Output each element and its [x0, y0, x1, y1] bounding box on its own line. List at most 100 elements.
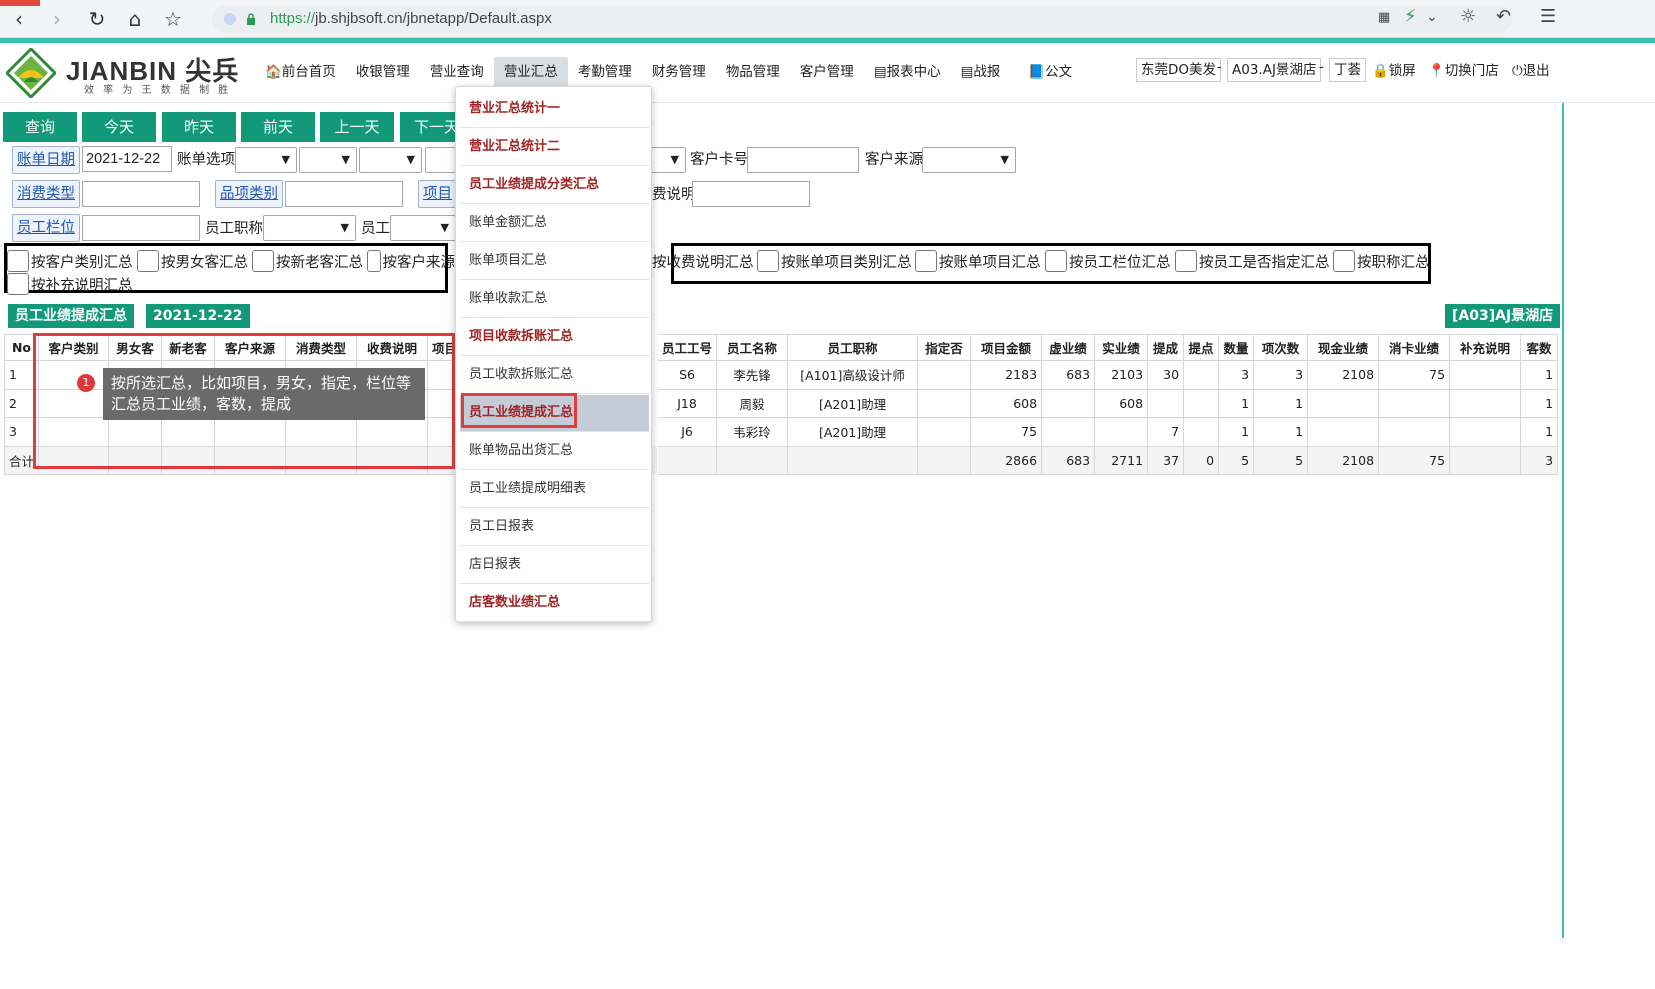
dropdown-item[interactable]: 店客数业绩汇总 — [460, 585, 649, 622]
col-header: 项次数 — [1253, 334, 1309, 361]
star-icon[interactable]: ☆ — [160, 6, 186, 32]
dropdown-item[interactable]: 账单项目汇总 — [460, 243, 649, 280]
fee-desc-input[interactable] — [692, 181, 810, 207]
logout-button[interactable]: ⏻退出 — [1512, 59, 1550, 79]
menu-battle-report[interactable]: ▤战报 — [951, 57, 1011, 87]
sun-icon[interactable]: ☼ — [1460, 6, 1476, 27]
bill-option-select-4[interactable] — [425, 147, 457, 173]
forward-icon[interactable]: › — [44, 6, 70, 32]
undo-icon[interactable]: ↶ — [1496, 6, 1511, 27]
lock-screen-button[interactable]: 🔒锁屏 — [1372, 59, 1416, 79]
checkbox-icon[interactable] — [1333, 250, 1355, 272]
menu-attendance[interactable]: 考勤管理 — [568, 57, 642, 87]
staff-slot-link[interactable]: 员工栏位 — [12, 214, 80, 242]
bill-date-link[interactable]: 账单日期 — [12, 146, 80, 174]
table-cell: 李先锋 — [716, 360, 789, 390]
dropdown-item[interactable]: 账单物品出货汇总 — [460, 433, 649, 470]
yesterday-button[interactable]: 昨天 — [162, 112, 236, 142]
menu-documents[interactable]: 📘公文 — [1018, 57, 1082, 87]
checkbox-icon[interactable] — [757, 250, 779, 272]
dropdown-item[interactable]: 账单金额汇总 — [460, 205, 649, 242]
url-text: https://jb.shjbsoft.cn/jbnetapp/Default.… — [270, 10, 552, 27]
bill-date-input[interactable] — [82, 146, 172, 172]
bill-option-select-1[interactable]: ▼ — [235, 147, 297, 173]
staff-title-select[interactable]: ▼ — [263, 215, 356, 241]
checkbox-icon[interactable] — [252, 250, 274, 272]
checkbox-icon[interactable] — [1045, 250, 1067, 272]
logo-icon — [6, 48, 56, 98]
staff-select[interactable]: ▼ — [390, 215, 456, 241]
cb-item-category[interactable]: 按账单项目类别汇总 — [757, 250, 912, 272]
checkbox-icon[interactable] — [137, 250, 159, 272]
customer-source-label: 客户来源 — [865, 152, 923, 168]
query-button[interactable]: 查询 — [3, 112, 77, 142]
browser-toolbar: ‹ › ↻ ⌂ ☆ https://jb.shjbsoft.cn/jbnetap… — [0, 0, 1655, 38]
cb-customer-type[interactable]: 按客户类别汇总 — [7, 250, 133, 272]
menu-cashier[interactable]: 收银管理 — [346, 57, 420, 87]
table-cell: 7 — [1147, 417, 1185, 447]
checkbox-icon[interactable] — [915, 250, 937, 272]
cb-supplement[interactable]: 按补充说明汇总 — [7, 273, 133, 295]
customer-card-input[interactable] — [747, 147, 859, 173]
dropdown-item[interactable]: 员工收款拆账汇总 — [460, 357, 649, 394]
menu-finance[interactable]: 财务管理 — [642, 57, 716, 87]
dropdown-item[interactable]: 员工业绩提成明细表 — [460, 471, 649, 508]
today-button[interactable]: 今天 — [82, 112, 156, 142]
cb-fee-desc[interactable]: 按收费说明汇总 — [652, 250, 754, 272]
next-day-button[interactable]: 下一天 — [400, 112, 460, 142]
cb-customer-source[interactable]: 按客户来源 — [367, 250, 455, 272]
cb-gender[interactable]: 按男女客汇总 — [137, 250, 248, 272]
staff-label: 员工 — [361, 221, 390, 237]
table-cell — [1307, 388, 1380, 418]
item-category-input[interactable] — [285, 181, 403, 207]
item-link[interactable]: 项目 — [418, 180, 458, 208]
bill-option-select-3[interactable]: ▼ — [359, 147, 422, 173]
cb-bill-item[interactable]: 按账单项目汇总 — [915, 250, 1041, 272]
chevron-down-icon: ▼ — [340, 221, 349, 234]
reload-icon[interactable]: ↻ — [84, 6, 110, 32]
switch-store-button[interactable]: 📍切换门店 — [1428, 59, 1499, 79]
cb-staff-designated[interactable]: 按员工是否指定汇总 — [1175, 250, 1330, 272]
item-category-link[interactable]: 品项类别 — [215, 180, 283, 208]
checkbox-icon[interactable] — [1175, 250, 1197, 272]
checkbox-icon[interactable] — [367, 250, 381, 272]
menu-icon[interactable]: ☰ — [1540, 6, 1556, 27]
prev-day-button[interactable]: 上一天 — [320, 112, 394, 142]
back-icon[interactable]: ‹ — [6, 6, 32, 32]
dropdown-item[interactable]: 店日报表 — [460, 547, 649, 584]
dropdown-item[interactable]: 营业汇总统计二 — [460, 129, 649, 166]
hidden-select[interactable]: ▼ — [650, 147, 686, 173]
dropdown-item[interactable]: 员工日报表 — [460, 509, 649, 546]
bolt-icon[interactable]: ⚡ — [1404, 6, 1417, 27]
dropdown-item[interactable]: 账单收款汇总 — [460, 281, 649, 318]
app-header: JIANBIN 尖兵 效 率 为 王 数 据 制 胜 🏠前台首页 收银管理 营业… — [0, 43, 1655, 103]
menu-business-summary[interactable]: 营业汇总 — [493, 57, 568, 87]
day-before-button[interactable]: 前天 — [241, 112, 315, 142]
consume-type-input[interactable] — [82, 181, 200, 207]
lock-icon — [247, 13, 255, 25]
customer-source-select[interactable]: ▼ — [922, 147, 1016, 173]
col-header: 数量 — [1218, 334, 1255, 361]
cb-title[interactable]: 按职称汇总 — [1333, 250, 1430, 272]
bill-option-select-2[interactable]: ▼ — [299, 147, 357, 173]
table-cell: 1 — [1520, 360, 1559, 390]
cb-new-old[interactable]: 按新老客汇总 — [252, 250, 363, 272]
menu-report-center[interactable]: ▤报表中心 — [864, 57, 951, 87]
cb-staff-slot[interactable]: 按员工栏位汇总 — [1045, 250, 1171, 272]
consume-type-link[interactable]: 消费类型 — [12, 180, 80, 208]
dropdown-item[interactable]: 员工业绩提成分类汇总 — [460, 167, 649, 204]
staff-slot-input[interactable] — [82, 215, 200, 241]
home-icon[interactable]: ⌂ — [122, 6, 148, 32]
checkbox-icon[interactable] — [7, 250, 29, 272]
dropdown-item[interactable]: 项目收款拆账汇总 — [460, 319, 649, 356]
menu-customer[interactable]: 客户管理 — [790, 57, 864, 87]
menu-front-home[interactable]: 🏠前台首页 — [255, 57, 346, 87]
menu-business-query[interactable]: 营业查询 — [420, 57, 494, 87]
checkbox-icon[interactable] — [7, 273, 29, 295]
grid-icon[interactable]: ▦ — [1378, 10, 1390, 25]
chevron-down-icon: ▼ — [281, 153, 290, 166]
chevron-down-icon[interactable]: ⌄ — [1426, 9, 1438, 25]
address-bar[interactable]: https://jb.shjbsoft.cn/jbnetapp/Default.… — [212, 5, 1512, 33]
menu-goods[interactable]: 物品管理 — [716, 57, 790, 87]
dropdown-item[interactable]: 营业汇总统计一 — [460, 91, 649, 128]
